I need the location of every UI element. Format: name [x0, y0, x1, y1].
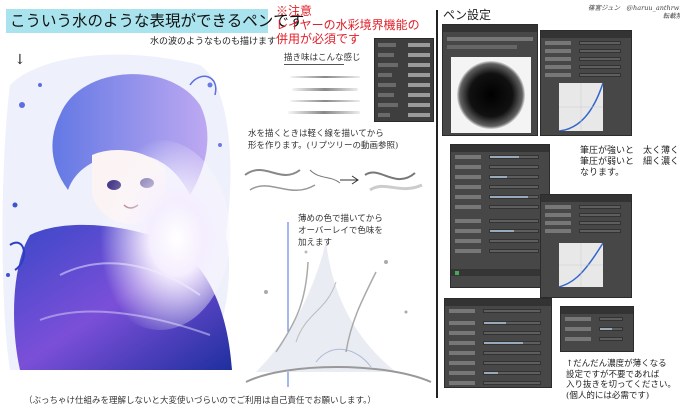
page-title: こういう水のような表現ができるペンです — [6, 9, 304, 33]
watercolor-settings-panel — [444, 298, 552, 388]
warning-note-line: ※注意 — [276, 4, 313, 18]
water-caption-line: 水を描くときは軽く線を描いてから — [248, 129, 384, 139]
density-note: ↑だんだん濃度が薄くなる 設定ですが不要であれば 入り抜きを切ってください。 (… — [566, 359, 676, 401]
density-note-line: 入り抜きを切ってください。 — [566, 380, 676, 390]
pressure-note: 筆圧が強いと 太く薄く 筆圧が弱いと 細く濃く なります。 — [580, 146, 679, 179]
brush-tip-preview — [457, 61, 525, 129]
credit-line: 篠宮ジュン @haruu_anthrwrld — [588, 4, 680, 12]
brush-settings-panel — [450, 144, 550, 288]
stroke-sample — [292, 88, 358, 91]
credit: 篠宮ジュン @haruu_anthrwrld 転載禁止 — [588, 4, 680, 20]
pen-settings-title: ペン設定 — [443, 8, 492, 22]
credit-line: 転載禁止 — [662, 12, 680, 20]
stroke-sample — [290, 76, 360, 78]
disclaimer: （ぶっちゃけ仕組みを理解しないと大変使いづらいのでご利用は自己責任でお願いします… — [24, 396, 376, 406]
stroke-caption: 描き味はこんな感じ — [284, 53, 361, 63]
pressure-note-line: なります。 — [580, 168, 625, 178]
ink-settings-panel — [560, 306, 634, 352]
brush-settings-panel-small — [374, 38, 434, 122]
density-note-line: ↑だんだん濃度が薄くなる — [566, 359, 667, 369]
water-stroke-samples — [244, 169, 423, 192]
brush-tip-panel — [442, 24, 538, 136]
density-curve-graph — [558, 242, 604, 288]
density-curve-panel — [540, 194, 632, 298]
pressure-note-line: 筆圧が弱いと 細く濃く — [580, 157, 680, 167]
water-caption-line: 形を作ります。(リプツリーの動画参照) — [248, 141, 399, 151]
pressure-curve-panel — [540, 30, 632, 136]
pressure-curve-graph — [558, 82, 604, 132]
water-splash-illustration — [245, 222, 432, 387]
section-divider — [436, 10, 438, 398]
pressure-note-line: 筆圧が強いと 太く薄く — [580, 146, 680, 156]
stroke-sample — [290, 100, 360, 102]
warning-note-line: レイヤーの水彩境界機能の — [276, 18, 420, 32]
divider-line — [284, 64, 344, 65]
density-note-line: (個人的には必需です) — [566, 390, 650, 401]
stroke-sample — [288, 111, 360, 114]
water-caption: 水を描くときは軽く線を描いてから 形を作ります。(リプツリーの動画参照) — [248, 128, 398, 152]
density-note-line: 設定ですが不要であれば — [566, 369, 660, 380]
character-illustration — [2, 54, 233, 370]
